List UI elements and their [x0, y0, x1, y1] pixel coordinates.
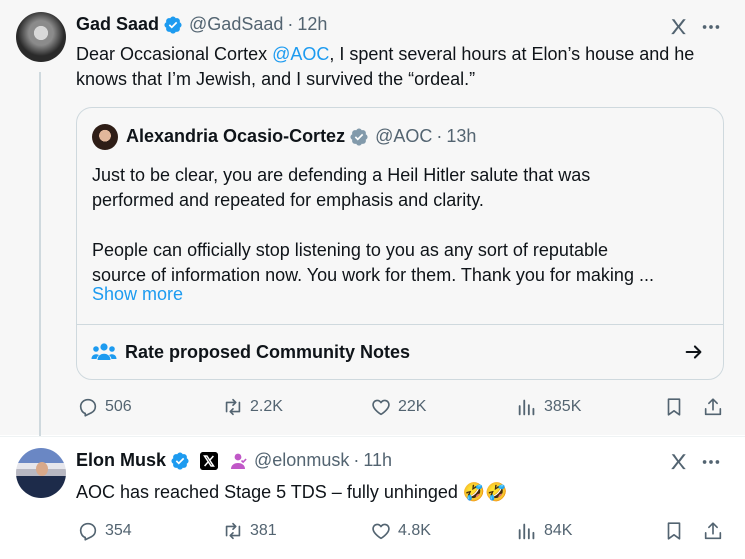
community-notes-people-icon — [91, 343, 117, 360]
repost-count: 381 — [250, 522, 277, 539]
views-button[interactable]: 385K — [516, 396, 581, 418]
like-button[interactable]: 22K — [370, 396, 426, 418]
author-handle[interactable]: @GadSaad — [189, 14, 283, 35]
repost-button[interactable]: 381 — [222, 520, 277, 542]
author-name[interactable]: Gad Saad — [76, 14, 159, 35]
community-notes-row[interactable]: Rate proposed Community Notes — [77, 325, 723, 379]
view-count: 385K — [544, 398, 582, 415]
avatar-aoc — [92, 124, 118, 150]
community-notes-label[interactable]: Rate proposed Community Notes — [125, 342, 410, 363]
affiliation-badge-icon[interactable] — [228, 451, 248, 471]
avatar-elonmusk[interactable] — [16, 448, 66, 498]
views-button[interactable]: 84K — [516, 520, 572, 542]
thread-connector-line — [39, 72, 41, 452]
heart-icon — [372, 399, 390, 416]
author-name[interactable]: Elon Musk — [76, 450, 166, 471]
bookmark-icon[interactable] — [663, 396, 685, 418]
analytics-icon — [518, 523, 535, 540]
repost-icon — [225, 522, 241, 540]
verified-badge-icon — [171, 451, 189, 470]
grok-icon[interactable] — [668, 16, 690, 38]
quote-author-name: Alexandria Ocasio-Cortez — [126, 126, 346, 146]
tweet1-text: Dear Occasional Cortex @AOC, I spent sev… — [76, 44, 695, 89]
view-count: 84K — [544, 522, 573, 539]
avatar-gadsaad[interactable] — [16, 12, 66, 62]
x-affiliate-icon[interactable] — [200, 451, 219, 470]
like-count: 22K — [398, 398, 427, 415]
share-icon[interactable] — [702, 396, 724, 418]
analytics-icon — [518, 399, 535, 416]
author-handle[interactable]: @elonmusk — [254, 450, 349, 471]
reply-icon — [79, 398, 97, 417]
share-icon[interactable] — [702, 520, 724, 542]
reply-count: 506 — [105, 398, 132, 415]
repost-count: 2.2K — [250, 398, 283, 415]
reply-count: 354 — [105, 522, 132, 539]
reply-icon — [79, 522, 97, 541]
quoted-tweet-text: Just to be clear, you are defending a He… — [92, 165, 654, 285]
tweet-time[interactable]: 11h — [363, 450, 392, 471]
tweet1-header: Gad Saad @GadSaad · 12h — [76, 14, 327, 35]
more-options-icon[interactable] — [700, 16, 722, 38]
quote-author-handle: @AOC — [375, 126, 433, 146]
separator-dot: · — [287, 14, 294, 34]
government-badge-icon — [350, 127, 368, 146]
repost-button[interactable]: 2.2K — [222, 396, 283, 418]
repost-icon — [225, 398, 241, 416]
verified-badge-icon — [164, 15, 182, 34]
tweet2-text: AOC has reached Stage 5 TDS – fully unhi… — [76, 482, 508, 502]
mention-link[interactable]: @AOC — [272, 44, 329, 64]
more-options-icon[interactable] — [700, 451, 722, 473]
grok-icon[interactable] — [668, 451, 690, 473]
like-button[interactable]: 4.8K — [370, 520, 431, 542]
tweet2-header: Elon Musk @elonmusk · 11h — [76, 450, 392, 471]
bookmark-icon[interactable] — [663, 520, 685, 542]
reply-button[interactable]: 354 — [77, 520, 132, 542]
like-count: 4.8K — [398, 522, 431, 539]
quote-time: 13h — [446, 126, 477, 146]
quoted-tweet-card[interactable]: Just to be clear, you are defending a He… — [76, 107, 724, 380]
reply-button[interactable]: 506 — [77, 396, 132, 418]
tweet-time[interactable]: 12h — [297, 14, 327, 35]
separator-dot: · — [353, 450, 360, 470]
quote-header: Alexandria Ocasio-Cortez @AOC · 13h — [126, 126, 476, 147]
heart-icon — [372, 523, 390, 540]
arrow-right-icon[interactable] — [683, 341, 705, 363]
separator-dot: · — [436, 126, 443, 146]
show-more-link[interactable]: Show more — [92, 284, 183, 305]
